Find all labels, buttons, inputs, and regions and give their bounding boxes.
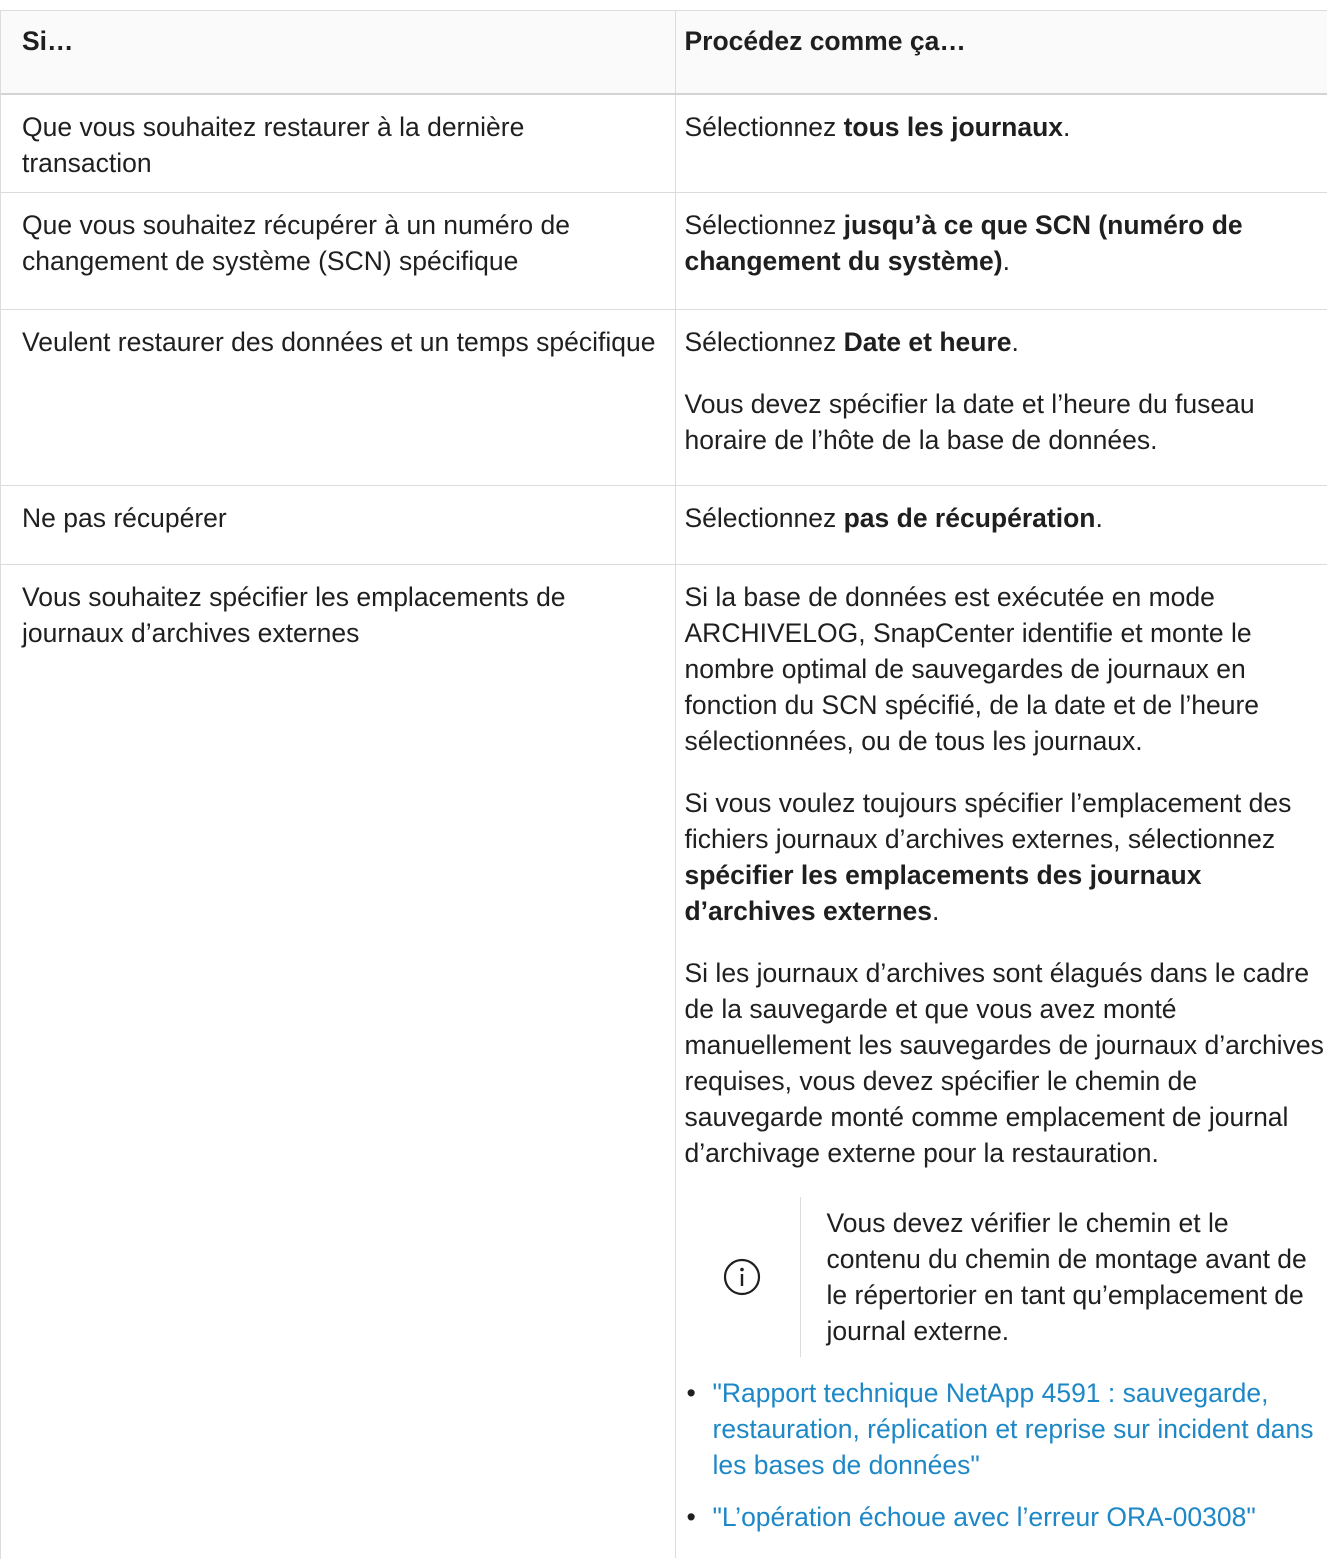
column-header-action: Procédez comme ça… bbox=[684, 26, 966, 56]
condition-cell: Veulent restaurer des données et un temp… bbox=[1, 310, 676, 485]
technical-report-link[interactable]: "Rapport technique NetApp 4591 : sauvega… bbox=[713, 1378, 1314, 1480]
action-note-text: Vous devez spécifier la date et l’heure … bbox=[684, 389, 1255, 455]
action-prefix: Si vous voulez toujours spécifier l’empl… bbox=[684, 788, 1292, 854]
action-prefix: Sélectionnez bbox=[684, 503, 844, 533]
action-option: Date et heure bbox=[843, 327, 1012, 357]
table-header-row: Si… Procédez comme ça… bbox=[1, 11, 1327, 95]
pruned-logs-paragraph: Si les journaux d’archives sont élagués … bbox=[684, 958, 1324, 1168]
action-cell: Sélectionnez pas de récupération. bbox=[676, 486, 1327, 564]
action-cell: Si la base de données est exécutée en mo… bbox=[676, 565, 1327, 1558]
ora-error-link[interactable]: "L’opération échoue avec l’erreur ORA-00… bbox=[713, 1502, 1256, 1532]
note-text: Vous devez vérifier le chemin et le cont… bbox=[826, 1208, 1307, 1346]
action-prefix: Sélectionnez bbox=[684, 112, 844, 142]
table-row: Que vous souhaitez récupérer à un numéro… bbox=[1, 193, 1327, 310]
action-cell: Sélectionnez jusqu’à ce que SCN (numéro … bbox=[676, 193, 1327, 309]
table-row: Ne pas récupérer Sélectionnez pas de réc… bbox=[1, 486, 1327, 565]
condition-cell: Que vous souhaitez récupérer à un numéro… bbox=[1, 193, 676, 309]
list-item: "L’opération échoue avec l’erreur ORA-00… bbox=[687, 1499, 1327, 1535]
action-suffix: . bbox=[1002, 246, 1010, 276]
condition-cell: Vous souhaitez spécifier les emplacement… bbox=[1, 565, 676, 1558]
info-note: Vous devez vérifier le chemin et le cont… bbox=[685, 1197, 1327, 1357]
action-prefix: Sélectionnez bbox=[684, 327, 844, 357]
column-header-condition: Si… bbox=[1, 11, 676, 93]
options-table: Si… Procédez comme ça… Que vous souhaite… bbox=[0, 10, 1327, 1559]
info-circle-icon bbox=[723, 1258, 761, 1296]
table-row: Veulent restaurer des données et un temp… bbox=[1, 310, 1327, 486]
archivelog-paragraph: Si la base de données est exécutée en mo… bbox=[684, 582, 1260, 756]
table-row: Vous souhaitez spécifier les emplacement… bbox=[1, 565, 1327, 1558]
action-suffix: . bbox=[931, 896, 940, 926]
note-icon-column bbox=[685, 1197, 801, 1357]
action-option: tous les journaux bbox=[843, 112, 1064, 142]
action-option: pas de récupération bbox=[843, 503, 1096, 533]
action-cell: Sélectionnez Date et heure. Vous devez s… bbox=[676, 310, 1327, 485]
table-row: Que vous souhaitez restaurer à la derniè… bbox=[1, 95, 1327, 193]
action-option: spécifier les emplacements des journaux … bbox=[684, 860, 1202, 926]
action-cell: Sélectionnez tous les journaux. bbox=[676, 95, 1327, 192]
list-item: "Rapport technique NetApp 4591 : sauvega… bbox=[687, 1375, 1327, 1483]
action-suffix: . bbox=[1011, 327, 1019, 357]
action-prefix: Sélectionnez bbox=[684, 210, 844, 240]
condition-cell: Ne pas récupérer bbox=[1, 486, 676, 564]
action-suffix: . bbox=[1095, 503, 1103, 533]
action-suffix: . bbox=[1063, 112, 1071, 142]
condition-cell: Que vous souhaitez restaurer à la derniè… bbox=[1, 95, 676, 192]
related-links-list: "Rapport technique NetApp 4591 : sauvega… bbox=[685, 1375, 1327, 1535]
